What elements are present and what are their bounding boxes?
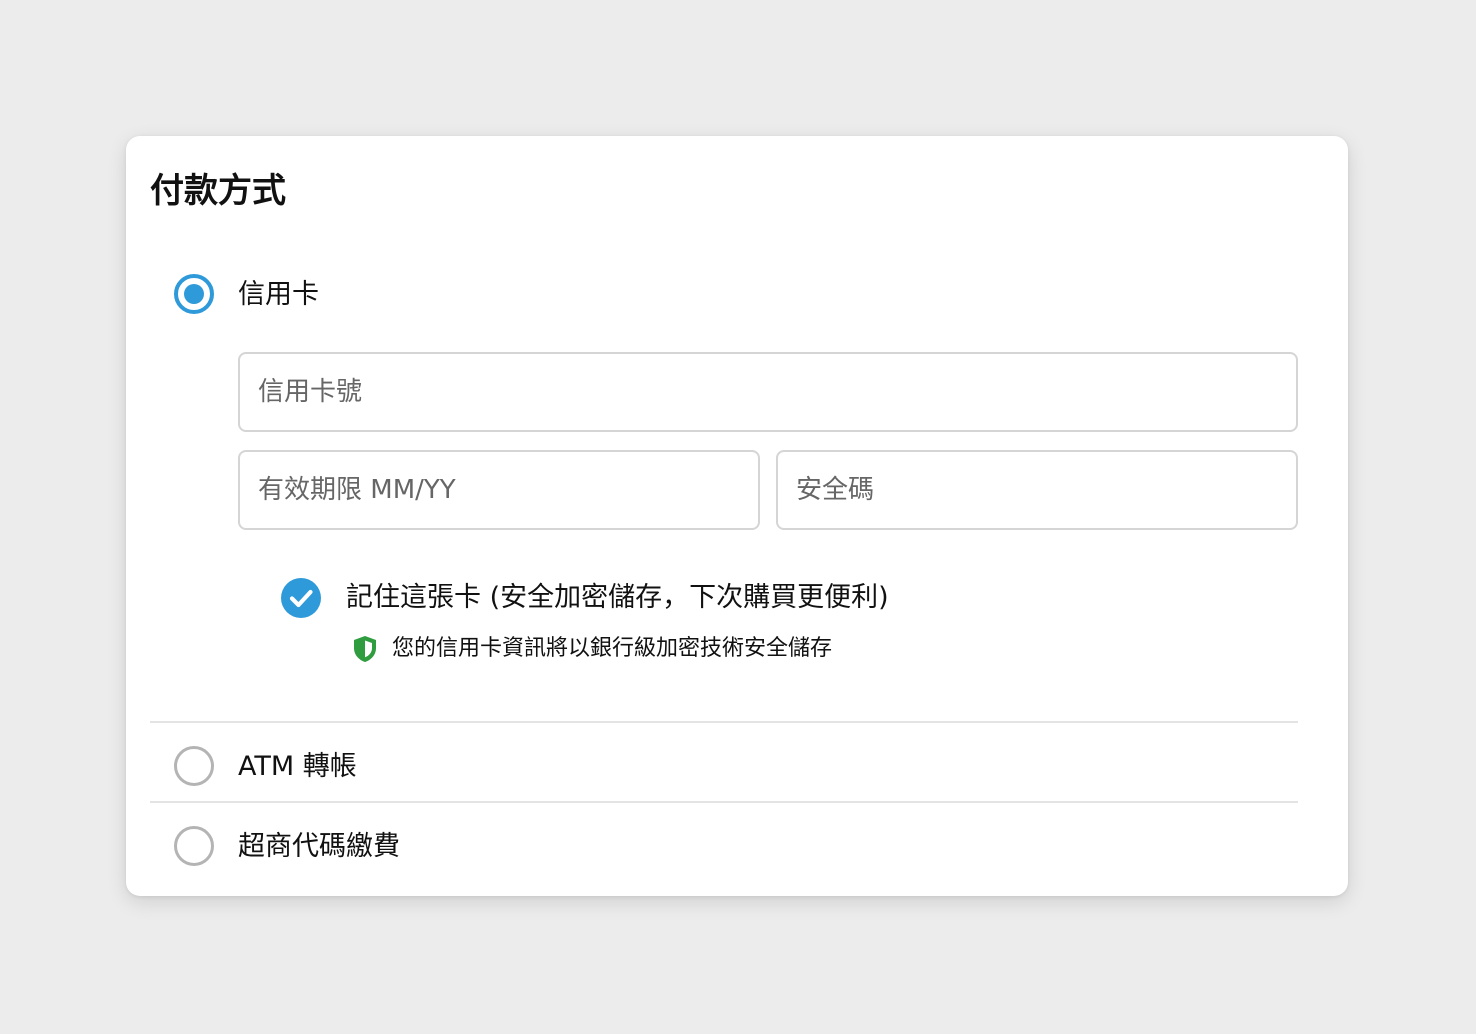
payment-method-card: 付款方式 信用卡 記住這張卡 (安全加密儲存，下次購買更便利) 您的信用卡資訊將…: [126, 136, 1348, 896]
radio-credit-card[interactable]: [174, 274, 214, 314]
expiry-input[interactable]: [258, 452, 740, 528]
card-number-input[interactable]: [258, 354, 1278, 430]
shield-icon: [354, 636, 376, 662]
check-icon: [289, 589, 313, 608]
remember-card-checkbox[interactable]: [281, 578, 321, 618]
expiry-field[interactable]: [238, 450, 760, 530]
option-label-credit-card[interactable]: 信用卡: [238, 277, 319, 313]
secure-storage-note: 您的信用卡資訊將以銀行級加密技術安全儲存: [392, 636, 833, 661]
remember-card-label[interactable]: 記住這張卡 (安全加密儲存，下次購買更便利): [346, 580, 889, 616]
radio-convenience-store-code[interactable]: [174, 826, 214, 866]
card-number-field[interactable]: [238, 352, 1298, 432]
option-label-convenience-store-code[interactable]: 超商代碼繳費: [238, 829, 400, 865]
cvc-input[interactable]: [796, 452, 1278, 528]
radio-atm-transfer[interactable]: [174, 746, 214, 786]
cvc-field[interactable]: [776, 450, 1298, 530]
page-title: 付款方式: [150, 171, 286, 211]
divider: [150, 721, 1298, 723]
divider: [150, 801, 1298, 803]
option-label-atm-transfer[interactable]: ATM 轉帳: [238, 749, 357, 785]
